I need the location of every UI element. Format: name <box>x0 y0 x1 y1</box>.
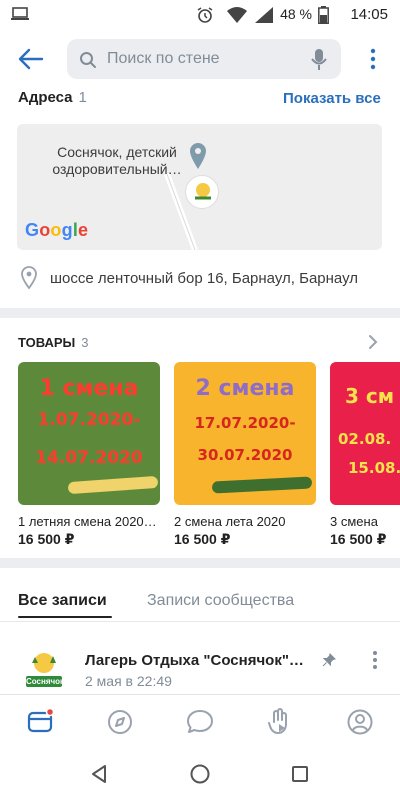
product-price: 16 500 ₽ <box>174 531 231 547</box>
post-author[interactable]: Лагерь Отдыха "Соснячок"… <box>85 652 304 669</box>
product-price: 16 500 ₽ <box>18 531 75 547</box>
laptop-notification-icon <box>11 7 29 20</box>
product-card[interactable]: 1 смена 1.07.2020- 14.07.2020 <box>18 362 160 505</box>
messages-icon[interactable] <box>185 707 215 737</box>
wifi-icon <box>227 7 247 23</box>
back-arrow-icon[interactable] <box>18 47 44 71</box>
product-card[interactable]: 2 смена 17.07.2020- 30.07.2020 <box>174 362 316 505</box>
products-count: 3 <box>81 335 89 350</box>
address-text[interactable]: шоссе ленточный бор 16, Барнаул, Барнаул <box>50 270 358 287</box>
news-feed-icon[interactable] <box>25 707 55 737</box>
tab-all-posts[interactable]: Все записи <box>18 592 107 610</box>
status-bar: 48 % 14:05 <box>0 0 400 30</box>
products-header[interactable]: ТОВАРЫ 3 <box>18 334 89 352</box>
product-name[interactable]: 2 смена лета 2020 <box>174 514 285 529</box>
avatar-caption: Соснячок <box>26 677 65 686</box>
brush-stroke <box>211 476 313 494</box>
location-pin-icon <box>21 266 37 290</box>
home-circle-icon[interactable] <box>189 763 211 785</box>
map-preview[interactable]: Соснячок, детский оздоровительный… Googl… <box>17 124 382 250</box>
product-name[interactable]: 1 летняя смена 2020… <box>18 514 157 529</box>
bottom-navigation <box>0 694 400 748</box>
clock: 14:05 <box>350 6 388 23</box>
tab-community-posts[interactable]: Записи сообщества <box>147 592 294 610</box>
signal-icon <box>255 7 273 23</box>
back-triangle-icon[interactable] <box>90 764 108 784</box>
map-place-label: Соснячок, детский оздоровительный… <box>52 144 182 177</box>
product-image-line: 14.07.2020 <box>35 448 143 468</box>
product-image-line: 2 смена <box>195 376 295 401</box>
product-image-line: 02.08. <box>338 430 392 448</box>
battery-percent: 48 % <box>280 6 312 22</box>
post-menu-icon[interactable] <box>370 650 380 672</box>
product-image-line: 17.07.2020- <box>194 414 296 432</box>
addresses-title: Адреса <box>18 89 73 106</box>
active-tab-indicator <box>18 616 112 618</box>
product-image-line: 30.07.2020 <box>197 446 293 464</box>
recents-square-icon[interactable] <box>291 765 309 783</box>
tabs-divider <box>0 621 400 622</box>
system-navigation-bar <box>0 748 400 800</box>
clips-icon[interactable] <box>265 707 295 737</box>
search-icon <box>80 52 96 68</box>
search-placeholder: Поиск по стене <box>107 50 220 67</box>
section-divider <box>0 558 400 568</box>
alarm-icon <box>197 7 213 23</box>
google-logo: Google <box>25 220 89 240</box>
more-vertical-icon[interactable] <box>368 47 378 71</box>
product-name[interactable]: 3 смена <box>330 514 400 529</box>
microphone-icon[interactable] <box>310 48 328 72</box>
products-title: ТОВАРЫ <box>18 335 76 350</box>
post-date: 2 мая в 22:49 <box>85 673 172 689</box>
product-price: 16 500 ₽ <box>330 531 387 547</box>
pin-icon <box>322 653 336 667</box>
show-all-link[interactable]: Показать все <box>283 90 381 107</box>
product-card-clip: 3 см 02.08. 15.08. <box>330 362 400 505</box>
product-image-line: 1 смена <box>39 376 139 401</box>
camp-marker-logo <box>185 175 219 209</box>
battery-icon <box>318 6 329 24</box>
product-image-line: 1.07.2020- <box>37 410 141 430</box>
product-image-line: 3 см <box>345 384 395 408</box>
product-image-line: 15.08. <box>348 459 400 477</box>
search-field[interactable]: Поиск по стене <box>67 39 341 79</box>
top-bar: Поиск по стене <box>0 30 400 88</box>
addresses-header: Адреса 1 <box>18 89 87 107</box>
chevron-right-icon[interactable] <box>367 334 379 350</box>
section-divider <box>0 308 400 318</box>
brush-stroke <box>67 475 159 495</box>
product-card[interactable]: 3 см 02.08. 15.08. <box>330 362 400 505</box>
map-pin-icon <box>190 143 206 169</box>
addresses-count: 1 <box>78 89 87 106</box>
profile-icon[interactable] <box>345 707 375 737</box>
post-avatar[interactable]: Соснячок <box>18 643 70 695</box>
discover-compass-icon[interactable] <box>105 707 135 737</box>
